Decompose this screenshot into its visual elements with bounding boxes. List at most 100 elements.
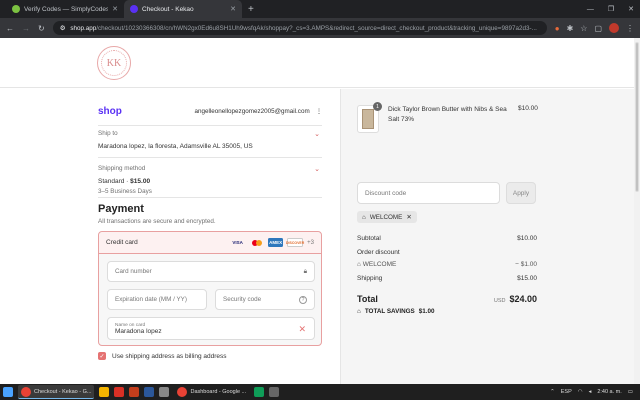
shop-favicon bbox=[130, 5, 138, 13]
applied-discount-chip: ⌂ WELCOME ✕ bbox=[357, 211, 417, 223]
total-savings: ⌂ TOTAL SAVINGS $1.00 bbox=[357, 308, 435, 315]
taskbar-app-dashboard[interactable]: Dashboard - Google ... bbox=[174, 385, 249, 399]
visa-icon: VISA bbox=[232, 240, 243, 245]
chevron-down-icon[interactable]: ⌄ bbox=[314, 165, 320, 173]
divider bbox=[98, 157, 322, 158]
extension-puzzle-icon[interactable]: ✱ bbox=[567, 24, 574, 33]
site-info-icon[interactable]: ⚙ bbox=[60, 25, 66, 32]
apply-button[interactable]: Apply bbox=[506, 182, 536, 204]
chevron-down-icon[interactable]: ⌄ bbox=[314, 130, 320, 138]
browser-tab-strip: Verify Codes — SimplyCodes ✕ Checkout - … bbox=[0, 0, 640, 18]
shipping-method-section[interactable]: Shipping method ⌄ Standard · $15.00 3–5 … bbox=[98, 165, 322, 195]
notifications-icon[interactable]: ▭ bbox=[628, 389, 633, 395]
browser-tab-checkout[interactable]: Checkout - Kekao ✕ bbox=[124, 0, 242, 18]
app-icon[interactable] bbox=[254, 387, 265, 397]
tag-icon: ⌂ bbox=[357, 308, 361, 315]
checkbox-checked-icon[interactable]: ✓ bbox=[98, 352, 106, 360]
discount-code-row: ⌂ WELCOME − $1.00 bbox=[357, 261, 537, 268]
name-on-card-field[interactable]: Name on card Maradona lopez ✕ bbox=[107, 317, 315, 340]
maximize-icon[interactable]: ❐ bbox=[608, 5, 614, 13]
kekao-logo[interactable]: KK bbox=[97, 46, 131, 80]
reload-icon[interactable]: ↻ bbox=[38, 24, 45, 33]
wifi-icon[interactable]: ◠ bbox=[578, 389, 583, 395]
more-brands-badge: +3 bbox=[307, 239, 314, 246]
order-discount-row: Order discount bbox=[357, 249, 400, 256]
simplycodes-favicon bbox=[12, 5, 20, 13]
error-x-icon: ✕ bbox=[298, 324, 306, 334]
payment-heading: Payment bbox=[98, 203, 144, 215]
card-brands: VISA AMEX DISCOVER +3 bbox=[230, 238, 314, 247]
amex-icon: AMEX bbox=[268, 238, 284, 247]
language-indicator[interactable]: ESP bbox=[561, 389, 572, 395]
credit-card-option[interactable]: Credit card VISA AMEX DISCOVER +3 bbox=[99, 232, 321, 254]
file-explorer-icon[interactable] bbox=[99, 387, 110, 397]
shop-logo: shop bbox=[98, 106, 122, 117]
taskbar-app-chrome[interactable]: Checkout - Kekao - G... bbox=[18, 385, 95, 399]
page-scrollbar[interactable] bbox=[634, 38, 640, 384]
word-icon[interactable] bbox=[144, 387, 155, 397]
browser-toolbar: ← → ↻ ⚙ shop.app/checkout/10230366308/cn… bbox=[0, 18, 640, 38]
sidebar-icon[interactable]: ▢ bbox=[594, 24, 602, 33]
tab-title: Checkout - Kekao bbox=[142, 5, 194, 13]
forward-icon[interactable]: → bbox=[22, 24, 30, 33]
credit-card-box: Credit card VISA AMEX DISCOVER +3 Card n… bbox=[98, 231, 322, 346]
payment-subtitle: All transactions are secure and encrypte… bbox=[98, 218, 216, 225]
shipping-method-value: Standard · $15.00 bbox=[98, 178, 151, 185]
ship-to-label: Ship to bbox=[98, 130, 118, 137]
profile-avatar[interactable] bbox=[609, 23, 619, 33]
extension-icon[interactable]: ● bbox=[555, 24, 560, 33]
security-code-field[interactable]: Security code ? bbox=[215, 289, 315, 310]
address-bar[interactable]: ⚙ shop.app/checkout/10230366308/cn/hWN2g… bbox=[52, 21, 547, 35]
close-tab-icon[interactable]: ✕ bbox=[230, 5, 236, 13]
system-tray: ⌃ ESP ◠ ◂ 2:40 a. m. ▭ bbox=[550, 389, 637, 395]
card-number-field[interactable]: Card number 🔒︎ bbox=[107, 261, 315, 282]
lock-icon: 🔒︎ bbox=[303, 267, 307, 275]
quantity-badge: 1 bbox=[373, 102, 382, 111]
ship-to-address: Maradona lopez, la floresta, Adamsville … bbox=[98, 143, 253, 150]
billing-same-checkbox-row[interactable]: ✓ Use shipping address as billing addres… bbox=[98, 352, 227, 360]
tag-icon: ⌂ bbox=[357, 261, 361, 268]
tag-icon: ⌂ bbox=[362, 213, 366, 221]
close-window-icon[interactable]: ✕ bbox=[628, 5, 634, 13]
total-row: Total USD $24.00 bbox=[357, 294, 537, 304]
app-icon[interactable] bbox=[159, 387, 170, 397]
help-icon[interactable]: ? bbox=[299, 295, 307, 304]
account-email: angelleonellopezgomez2005@gmail.com ⋮ bbox=[194, 108, 322, 115]
chrome-icon bbox=[21, 386, 31, 397]
minimize-icon[interactable]: — bbox=[587, 6, 594, 13]
shop-pay-account: shop angelleonellopezgomez2005@gmail.com… bbox=[98, 106, 322, 117]
browser-tab-simplycodes[interactable]: Verify Codes — SimplyCodes ✕ bbox=[6, 0, 124, 18]
checkout-form: shop angelleonellopezgomez2005@gmail.com… bbox=[0, 89, 340, 384]
windows-taskbar: Checkout - Kekao - G... Dashboard - Goog… bbox=[0, 384, 640, 400]
clock[interactable]: 2:40 a. m. bbox=[597, 389, 621, 395]
extensions: ● ✱ ☆ ▢ ⋮ bbox=[555, 23, 634, 33]
window-controls: — ❐ ✕ bbox=[587, 0, 634, 18]
subtotal-row: Subtotal $10.00 bbox=[357, 235, 537, 242]
shipping-eta: 3–5 Business Days bbox=[98, 188, 152, 195]
remove-discount-icon[interactable]: ✕ bbox=[406, 214, 411, 221]
product-thumbnail: 1 bbox=[357, 102, 382, 133]
billing-same-label: Use shipping address as billing address bbox=[112, 352, 227, 360]
store-header: KK bbox=[0, 38, 634, 88]
bookmark-star-icon[interactable]: ☆ bbox=[580, 24, 587, 33]
chrome-icon bbox=[177, 387, 188, 397]
shipping-method-label: Shipping method bbox=[98, 165, 146, 172]
expiration-date-field[interactable]: Expiration date (MM / YY) bbox=[107, 289, 207, 310]
discount-code-input[interactable]: Discount code bbox=[357, 182, 500, 204]
product-name: Dick Taylor Brown Butter with Nibs & Sea… bbox=[388, 106, 507, 123]
pdf-icon[interactable] bbox=[114, 387, 125, 397]
start-icon[interactable] bbox=[3, 387, 13, 397]
back-icon[interactable]: ← bbox=[6, 24, 14, 33]
chevron-up-icon[interactable]: ⌃ bbox=[550, 389, 555, 395]
menu-icon[interactable]: ⋮ bbox=[626, 24, 634, 33]
name-on-card-value: Maradona lopez bbox=[115, 327, 162, 335]
checkout-page: KK shop angelleonellopezgomez2005@gmail.… bbox=[0, 38, 634, 384]
line-item: 1 Dick Taylor Brown Butter with Nibs & S… bbox=[357, 102, 535, 133]
volume-icon[interactable]: ◂ bbox=[589, 389, 592, 395]
app-icon[interactable] bbox=[269, 387, 280, 397]
powerpoint-icon[interactable] bbox=[129, 387, 140, 397]
shipping-row: Shipping $15.00 bbox=[357, 275, 537, 282]
more-options-icon[interactable]: ⋮ bbox=[316, 108, 322, 115]
new-tab-button[interactable]: + bbox=[248, 4, 254, 15]
close-tab-icon[interactable]: ✕ bbox=[112, 5, 118, 13]
